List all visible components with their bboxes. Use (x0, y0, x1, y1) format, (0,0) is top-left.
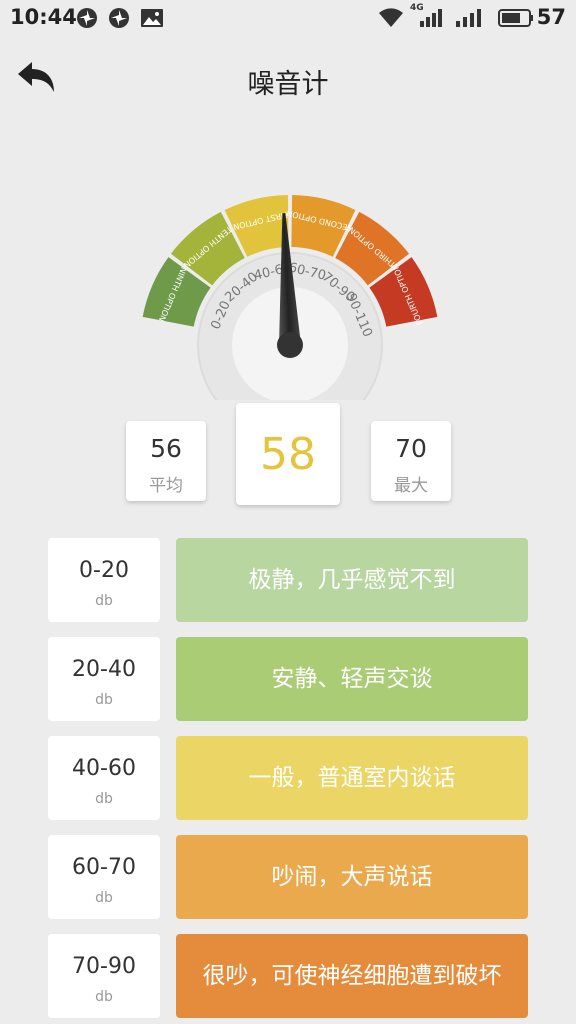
level-row: 60-70 db 吵闹，大声说话 (48, 835, 528, 919)
signal-icon (456, 9, 481, 27)
page-title: 噪音计 (247, 69, 329, 100)
level-range-box: 20-40 db (48, 637, 160, 721)
level-range: 60-70 (72, 855, 136, 880)
status-time: 10:44 (10, 5, 77, 29)
max-value: 70 (395, 434, 427, 463)
pinwheel-icon (77, 8, 97, 28)
level-unit: db (95, 692, 113, 708)
image-icon (141, 9, 163, 27)
level-description: 安静、轻声交谈 (176, 637, 528, 721)
pinwheel-icon (109, 8, 129, 28)
battery-icon (498, 9, 533, 27)
noise-gauge: NINTH OPTIONTENTH OPTIONFIRST OPTIONSECO… (142, 195, 438, 400)
level-range-box: 0-20 db (48, 538, 160, 622)
max-label: 最大 (394, 476, 428, 496)
level-row: 20-40 db 安静、轻声交谈 (48, 637, 528, 721)
level-description: 很吵，可使神经细胞遭到破坏 (176, 934, 528, 1018)
level-range: 40-60 (72, 756, 136, 781)
level-description: 吵闹，大声说话 (176, 835, 528, 919)
level-description: 极静，几乎感觉不到 (176, 538, 528, 622)
level-row: 40-60 db 一般，普通室内谈话 (48, 736, 528, 820)
current-value: 58 (260, 429, 316, 480)
average-stat: 56 平均 (126, 421, 206, 501)
level-range: 0-20 (79, 558, 129, 583)
average-label: 平均 (149, 476, 183, 496)
battery-level: 57 (536, 5, 566, 29)
level-unit: db (95, 890, 113, 906)
level-description: 一般，普通室内谈话 (176, 736, 528, 820)
level-range-box: 40-60 db (48, 736, 160, 820)
signal-4g-icon (420, 9, 442, 27)
level-range: 70-90 (72, 954, 136, 979)
level-unit: db (95, 989, 113, 1005)
level-row: 0-20 db 极静，几乎感觉不到 (48, 538, 528, 622)
level-unit: db (95, 791, 113, 807)
average-value: 56 (150, 434, 182, 463)
current-stat: 58 (236, 403, 340, 505)
level-range-box: 70-90 db (48, 934, 160, 1018)
level-row: 70-90 db 很吵，可使神经细胞遭到破坏 (48, 934, 528, 1018)
level-range: 20-40 (72, 657, 136, 682)
header: 噪音计 (0, 48, 576, 112)
level-unit: db (95, 593, 113, 609)
gauge-needle-hub (277, 332, 303, 358)
status-bar: 10:44 4G 57 (0, 0, 576, 36)
max-stat: 70 最大 (371, 421, 451, 501)
level-range-box: 60-70 db (48, 835, 160, 919)
wifi-icon (379, 8, 403, 27)
